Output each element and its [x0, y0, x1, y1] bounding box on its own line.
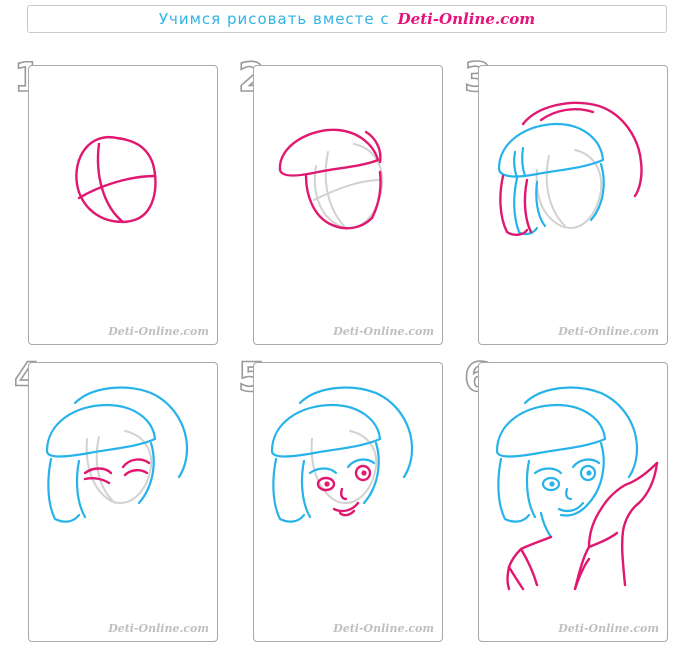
step-5-watermark: Deti-Online.com: [333, 622, 434, 635]
step-2-drawing: [278, 128, 384, 230]
step-5-drawing: [270, 386, 414, 523]
banner-brand[interactable]: Deti-Online.com: [398, 10, 535, 28]
step-1-panel: Deti-Online.com: [28, 65, 218, 345]
step-5-panel: Deti-Online.com: [253, 362, 443, 642]
step-3-watermark: Deti-Online.com: [558, 325, 659, 338]
step-2-panel: Deti-Online.com: [253, 65, 443, 345]
step-6-watermark: Deti-Online.com: [558, 622, 659, 635]
step-6-drawing: [495, 386, 659, 591]
header-banner: Учимся рисовать вместе с Deti-Online.com: [27, 5, 667, 33]
step-6-panel: Deti-Online.com: [478, 362, 668, 642]
step-2-watermark: Deti-Online.com: [333, 325, 434, 338]
step-1-drawing: [75, 135, 157, 224]
step-4-panel: Deti-Online.com: [28, 362, 218, 642]
banner-text: Учимся рисовать вместе с: [158, 10, 390, 28]
step-4-drawing: [45, 386, 189, 523]
step-4-watermark: Deti-Online.com: [108, 622, 209, 635]
step-3-panel: Deti-Online.com: [478, 65, 668, 345]
step-1-watermark: Deti-Online.com: [108, 325, 209, 338]
step-3-drawing: [497, 101, 643, 236]
